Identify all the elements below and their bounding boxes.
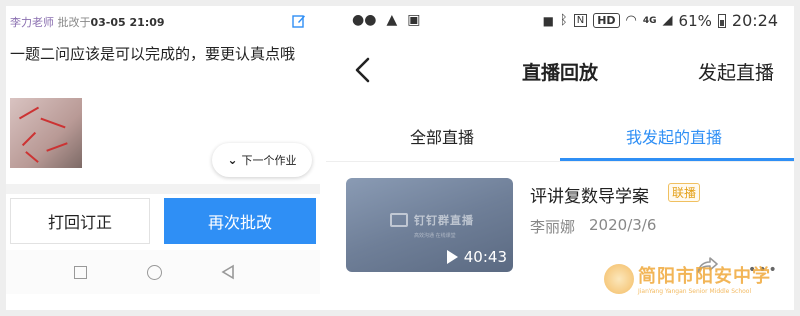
divider xyxy=(6,184,320,194)
dingtalk-live-logo: 钉钉群直播 xyxy=(390,212,474,228)
back-triangle-icon[interactable] xyxy=(220,264,236,280)
network-label: 4G xyxy=(642,15,657,26)
comment-time-prefix: 批改于 xyxy=(57,16,91,29)
comment-text: 一题二问应该是可以完成的，要更认真点哦 xyxy=(10,45,296,63)
image-icon: ▣ xyxy=(407,12,421,28)
joint-broadcast-badge: 联播 xyxy=(668,183,701,202)
tab-all-live[interactable]: 全部直播 xyxy=(410,124,474,148)
school-emblem-icon xyxy=(604,263,634,294)
warning-icon: ▲ xyxy=(386,12,398,28)
status-bar: ●● ▲ ▣ ■ ᛒ N HD ◠ 4G ◢ 61% 20:24 xyxy=(326,6,794,36)
video-meta: 李丽娜 2020/3/6 xyxy=(530,216,656,237)
tab-bar: 全部直播 我发起的直播 xyxy=(326,110,794,162)
battery-icon xyxy=(717,13,726,28)
video-date: 2020/3/6 xyxy=(589,216,657,234)
return-for-correction-button[interactable]: 打回订正 xyxy=(10,198,150,244)
play-icon xyxy=(446,250,458,264)
thumb-logo-text: 钉钉群直播 xyxy=(414,214,474,227)
watermark-name-cn: 简阳市阳安中学 xyxy=(638,266,771,287)
video-title[interactable]: 评讲复数导学案 xyxy=(530,182,649,207)
double-chevron-down-icon: ⌄ xyxy=(227,153,238,167)
comment-header: 李力老师 批改于03-05 21:09 xyxy=(10,14,165,30)
next-homework-label: 下一个作业 xyxy=(241,154,297,167)
next-homework-button[interactable]: ⌄ 下一个作业 xyxy=(212,143,312,177)
duration-label: 40:43 xyxy=(463,248,507,266)
watermark-name-en: JianYang Yangan Senior Middle School xyxy=(638,288,752,295)
tab-my-live[interactable]: 我发起的直播 xyxy=(626,124,722,148)
edit-icon[interactable] xyxy=(292,14,306,28)
start-live-button[interactable]: 发起直播 xyxy=(698,58,774,85)
video-duration: 40:43 xyxy=(446,248,507,266)
active-tab-indicator xyxy=(560,158,794,161)
android-nav-bar xyxy=(6,250,320,294)
tv-icon xyxy=(390,213,408,227)
comment-teacher: 李力老师 xyxy=(10,16,54,29)
thumb-subtitle: 高效沟通 在线课堂 xyxy=(414,233,456,239)
recents-icon[interactable] xyxy=(74,266,87,279)
home-icon[interactable] xyxy=(147,265,162,280)
homework-review-panel: 李力老师 批改于03-05 21:09 一题二问应该是可以完成的，要更认真点哦 … xyxy=(6,6,320,310)
regrade-button[interactable]: 再次批改 xyxy=(164,198,316,244)
video-author: 李丽娜 xyxy=(530,218,576,236)
comment-time: 03-05 21:09 xyxy=(90,16,165,29)
hd-icon: HD xyxy=(593,13,620,28)
wechat-icon: ●● xyxy=(352,12,377,28)
school-watermark: 简阳市阳安中学 JianYang Yangan Senior Middle Sc… xyxy=(604,262,771,295)
nfc-icon: N xyxy=(573,14,588,27)
homework-photo-thumbnail[interactable] xyxy=(10,98,82,168)
video-thumbnail[interactable]: 钉钉群直播 高效沟通 在线课堂 40:43 xyxy=(346,178,513,272)
clock: 20:24 xyxy=(731,11,778,30)
bluetooth-icon: ᛒ xyxy=(559,13,568,28)
signal-icon: ◢ xyxy=(662,13,673,28)
wifi-icon: ◠ xyxy=(625,13,637,28)
app-bar: 直播回放 发起直播 xyxy=(326,42,794,98)
lock-icon: ■ xyxy=(542,13,554,28)
battery-percent: 61% xyxy=(678,11,712,30)
